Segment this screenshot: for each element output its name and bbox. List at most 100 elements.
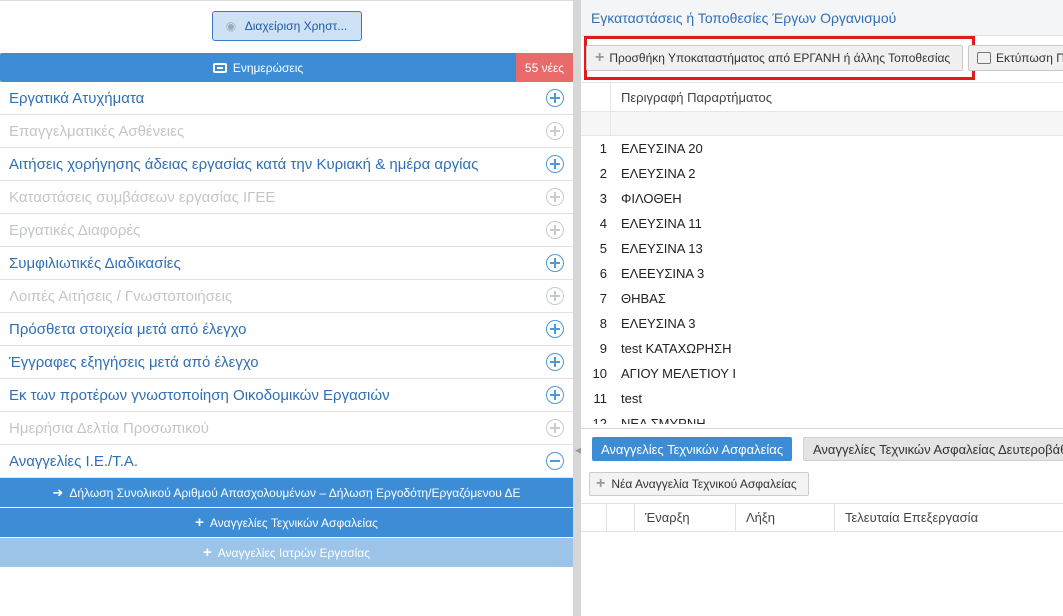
row-number: 4 xyxy=(599,216,607,231)
menu-item-other-requests[interactable]: Λοιπές Αιτήσεις / Γνωστοποιήσεις xyxy=(0,280,573,313)
row-description: ΕΛΕΥΣΙΝΑ 2 xyxy=(621,166,696,181)
add-branch-label: Προσθήκη Υποκαταστήματος από ΕΡΓΑΝΗ ή άλ… xyxy=(609,51,951,65)
row-number: 7 xyxy=(599,291,607,306)
row-number: 6 xyxy=(599,266,607,281)
table-row[interactable]: 6 ΕΛΕΕΥΣΙΝΑ 3 xyxy=(581,261,1063,286)
column-header-end[interactable]: Λήξη xyxy=(736,504,835,531)
menu-item-written-explanations[interactable]: Έγγραφες εξηγήσεις μετά από έλεγχο xyxy=(0,346,573,379)
table-row[interactable]: 11 test xyxy=(581,386,1063,411)
row-description: test xyxy=(621,391,642,406)
table-row[interactable]: 10 ΑΓΙΟΥ ΜΕΛΕΤΙΟΥ Ι xyxy=(581,361,1063,386)
row-number: 8 xyxy=(599,316,607,331)
arrow-right-icon: ➜ xyxy=(52,484,64,500)
plus-circle-icon[interactable] xyxy=(546,287,564,305)
column-header-start[interactable]: Έναρξη xyxy=(635,504,736,531)
row-number: 11 xyxy=(593,391,608,406)
updates-count-badge[interactable]: 55 νέες xyxy=(516,53,573,82)
left-panel: ◉ Διαχείριση Χρηστ... Ενημερώσεις 55 νέε… xyxy=(0,0,573,616)
menu-item-label: Έγγραφες εξηγήσεις μετά από έλεγχο xyxy=(9,353,259,371)
total-employees-declaration-button[interactable]: ➜ Δήλωση Συνολικού Αριθμού Απασχολουμένω… xyxy=(0,478,573,507)
table-row[interactable]: 4 ΕΛΕΥΣΙΝΑ 11 xyxy=(581,211,1063,236)
table-row[interactable]: 2 ΕΛΕΥΣΙΝΑ 2 xyxy=(581,161,1063,186)
row-description: ΦΙΛΟΘΕΗ xyxy=(621,191,682,206)
row-number: 1 xyxy=(599,141,607,156)
plus-circle-icon[interactable] xyxy=(546,419,564,437)
tab-safety-technicians-secondary[interactable]: Αναγγελίες Τεχνικών Ασφαλείας Δευτεροβάθ xyxy=(803,437,1063,461)
column-header-last-edit[interactable]: Τελευταία Επεξεργασία xyxy=(835,504,1063,531)
plus-circle-icon[interactable] xyxy=(546,221,564,239)
tab-safety-technicians[interactable]: Αναγγελίες Τεχνικών Ασφαλείας xyxy=(592,437,793,461)
table-row[interactable]: 12 ΝΕΑ ΣΜΥΡΝΗ xyxy=(581,411,1063,424)
plus-circle-icon[interactable] xyxy=(546,386,564,404)
locations-grid: Περιγραφή Παραρτήματος 1 ΕΛΕΥΣΙΝΑ 20 2 ΕΛΕ… xyxy=(581,82,1063,424)
plus-circle-icon[interactable] xyxy=(546,89,564,107)
menu-item-label: Εργατικά Ατυχήματα xyxy=(9,89,145,107)
plus-circle-icon[interactable] xyxy=(546,254,564,272)
print-label: Εκτύπωση Π xyxy=(996,51,1063,65)
plus-icon: + xyxy=(195,513,204,531)
printer-icon xyxy=(977,52,991,64)
occupational-doctors-button[interactable]: + Αναγγελίες Ιατρών Εργασίας xyxy=(0,538,573,567)
menu-item-label: Εργατικές Διαφορές xyxy=(9,221,141,239)
new-safety-announcement-button[interactable]: + Νέα Αναγγελία Τεχνικού Ασφαλείας xyxy=(589,472,809,496)
panel-splitter[interactable]: ◀ xyxy=(573,0,582,616)
menu-item-additional-info[interactable]: Πρόσθετα στοιχεία μετά από έλεγχο xyxy=(0,313,573,346)
row-description: ΕΛΕΥΣΙΝΑ 3 xyxy=(621,316,696,331)
menu-item-occupational-diseases[interactable]: Επαγγελματικές Ασθένειες xyxy=(0,115,573,148)
print-button[interactable]: Εκτύπωση Π xyxy=(968,45,1063,71)
row-number: 5 xyxy=(599,241,607,256)
services-menu: Εργατικά Ατυχήματα Επαγγελματικές Ασθένε… xyxy=(0,82,573,478)
row-number: 10 xyxy=(592,366,607,381)
table-row[interactable]: 5 ΕΛΕΥΣΙΝΑ 13 xyxy=(581,236,1063,261)
plus-circle-icon[interactable] xyxy=(546,155,564,173)
locations-toolbar: + Προσθήκη Υποκαταστήματος από ΕΡΓΑΝΗ ή … xyxy=(586,43,1063,73)
row-description: ΕΛΕΥΣΙΝΑ 20 xyxy=(621,141,703,156)
menu-item-label: Εκ των προτέρων γνωστοποίηση Οικοδομικών… xyxy=(9,386,390,404)
panel-title: Εγκαταστάσεις ή Τοποθεσίες Έργων Οργανισ… xyxy=(581,0,1063,36)
menu-item-work-accidents[interactable]: Εργατικά Ατυχήματα xyxy=(0,82,573,115)
menu-item-label: Αναγγελίες Ι.Ε./Τ.Α. xyxy=(9,452,139,470)
select-column-header xyxy=(607,504,635,531)
sub-button-label: Δήλωση Συνολικού Αριθμού Απασχολουμένων … xyxy=(69,485,521,500)
grid-header: Περιγραφή Παραρτήματος xyxy=(581,83,1063,112)
safety-technicians-button[interactable]: + Αναγγελίες Τεχνικών Ασφαλείας xyxy=(0,508,573,537)
row-number: 3 xyxy=(599,191,607,206)
menu-item-label: Επαγγελματικές Ασθένειες xyxy=(9,122,185,140)
table-row[interactable]: 8 ΕΛΕΥΣΙΝΑ 3 xyxy=(581,311,1063,336)
users-icon: ◉ xyxy=(225,19,237,33)
grid-filter-row[interactable] xyxy=(581,112,1063,136)
row-number: 9 xyxy=(599,341,607,356)
updates-button[interactable]: Ενημερώσεις xyxy=(0,53,516,82)
user-management-button[interactable]: ◉ Διαχείριση Χρηστ... xyxy=(211,11,362,41)
top-button-area: ◉ Διαχείριση Χρηστ... xyxy=(0,1,573,51)
plus-icon: + xyxy=(596,475,606,492)
announcements-grid-header: Έναρξη Λήξη Τελευταία Επεξεργασία xyxy=(581,503,1063,532)
menu-item-conciliation[interactable]: Συμφιλιωτικές Διαδικασίες xyxy=(0,247,573,280)
menu-item-igee-contracts[interactable]: Καταστάσεις συμβάσεων εργασίας ΙΓΕΕ xyxy=(0,181,573,214)
column-header-description[interactable]: Περιγραφή Παραρτήματος xyxy=(611,83,772,111)
table-row[interactable]: 3 ΦΙΛΟΘΕΗ xyxy=(581,186,1063,211)
plus-circle-icon[interactable] xyxy=(546,353,564,371)
table-row[interactable]: 9 test ΚΑΤΑΧΩΡΗΣΗ xyxy=(581,336,1063,361)
announcements-toolbar: + Νέα Αναγγελία Τεχνικού Ασφαλείας xyxy=(589,472,809,496)
menu-item-safety-announcements[interactable]: Αναγγελίες Ι.Ε./Τ.Α. xyxy=(0,445,573,478)
menu-item-label: Συμφιλιωτικές Διαδικασίες xyxy=(9,254,181,272)
menu-item-daily-staff-reports[interactable]: Ημερήσια Δελτία Προσωπικού xyxy=(0,412,573,445)
add-branch-button[interactable]: + Προσθήκη Υποκαταστήματος από ΕΡΓΑΝΗ ή … xyxy=(586,45,963,71)
menu-item-labor-disputes[interactable]: Εργατικές Διαφορές xyxy=(0,214,573,247)
plus-circle-icon[interactable] xyxy=(546,320,564,338)
row-description: ΕΛΕΥΣΙΝΑ 11 xyxy=(621,216,702,231)
row-number: 2 xyxy=(599,166,607,181)
inbox-icon xyxy=(212,62,227,73)
menu-item-construction-notice[interactable]: Εκ των προτέρων γνωστοποίηση Οικοδομικών… xyxy=(0,379,573,412)
row-description: test ΚΑΤΑΧΩΡΗΣΗ xyxy=(621,341,732,356)
plus-circle-icon[interactable] xyxy=(546,188,564,206)
table-row[interactable]: 1 ΕΛΕΥΣΙΝΑ 20 xyxy=(581,136,1063,161)
plus-circle-icon[interactable] xyxy=(546,122,564,140)
row-number-header xyxy=(581,83,611,111)
menu-item-sunday-work-permits[interactable]: Αιτήσεις χορήγησης άδειας εργασίας κατά … xyxy=(0,148,573,181)
table-row[interactable]: 7 ΘΗΒΑΣ xyxy=(581,286,1063,311)
updates-label: Ενημερώσεις xyxy=(232,60,304,75)
minus-circle-icon[interactable] xyxy=(546,452,564,470)
right-panel: Εγκαταστάσεις ή Τοποθεσίες Έργων Οργανισ… xyxy=(581,0,1063,616)
